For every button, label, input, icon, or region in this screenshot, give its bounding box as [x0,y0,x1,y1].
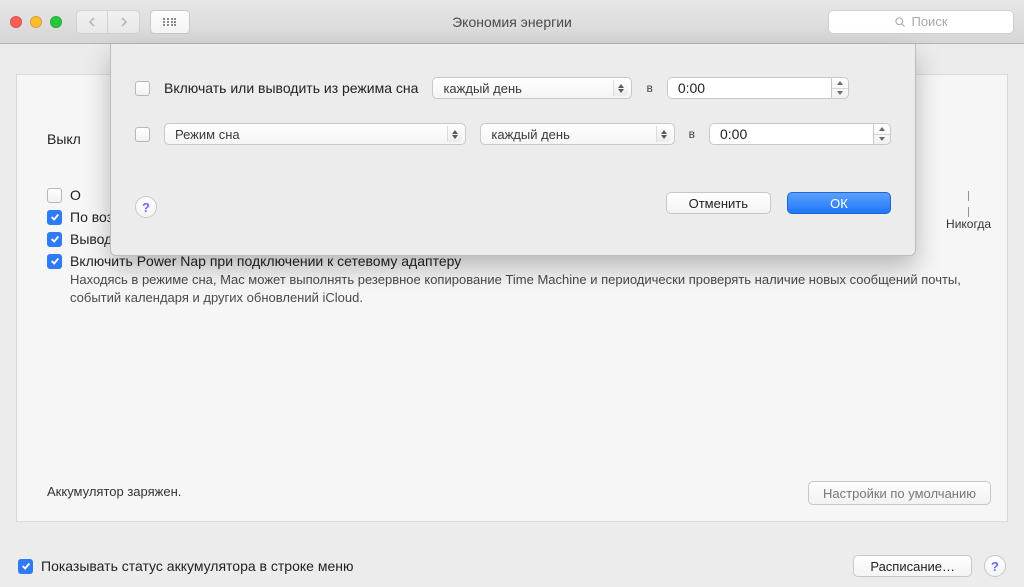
footer: Показывать статус аккумулятора в строке … [0,555,1024,577]
checkbox-opt2[interactable] [47,232,62,247]
chevron-right-icon [120,17,128,27]
chevron-left-icon [88,17,96,27]
schedule-sheet: Включать или выводить из режима сна кажд… [110,44,916,256]
close-window-icon[interactable] [10,16,22,28]
cancel-button[interactable]: Отменить [666,192,771,214]
back-button[interactable] [76,10,108,34]
grid-icon [163,18,177,26]
wake-freq-value: каждый день [443,81,521,96]
window-titlebar: Экономия энергии Поиск [0,0,1024,44]
step-down-icon[interactable] [874,135,890,145]
nav-back-forward [76,10,140,34]
sleep-freq-value: каждый день [491,127,569,142]
checkbox-wake[interactable] [135,81,150,96]
battery-status-text: Аккумулятор заряжен. [47,484,181,499]
search-input[interactable]: Поиск [828,10,1014,34]
search-icon [894,16,906,28]
sheet-help-button[interactable]: ? [135,196,157,218]
ok-label: ОК [830,196,848,211]
schedule-button[interactable]: Расписание… [853,555,972,577]
checkbox-show-status[interactable] [18,559,33,574]
checkbox-opt0[interactable] [47,188,62,203]
at-label-1: в [646,81,652,95]
wake-time-value: 0:00 [678,80,705,96]
wake-time-stepper[interactable] [832,77,849,99]
schedule-row-sleep: Режим сна каждый день в 0:00 [135,118,891,150]
sheet-actions: Отменить ОК [666,192,891,214]
wake-time-field[interactable]: 0:00 [667,77,832,99]
sleep-action-select[interactable]: Режим сна [164,123,466,145]
sleep-action-value: Режим сна [175,127,240,142]
show-status-label: Показывать статус аккумулятора в строке … [41,558,353,574]
wake-label: Включать или выводить из режима сна [164,80,418,96]
opt0-label: О [70,187,81,203]
sleep-time-value: 0:00 [720,126,747,142]
cancel-label: Отменить [689,196,748,211]
slider-never-tick: Никогда [946,191,991,231]
step-up-icon[interactable] [832,78,848,89]
forward-button[interactable] [108,10,140,34]
search-placeholder: Поиск [911,14,947,29]
at-label-2: в [689,127,695,141]
show-all-button[interactable] [150,10,190,34]
window-controls [10,16,62,28]
opt3-description: Находясь в режиме сна, Mac может выполня… [70,271,970,306]
step-up-icon[interactable] [874,124,890,135]
stepper-arrows-icon [447,126,462,142]
wake-frequency-select[interactable]: каждый день [432,77,632,99]
minimize-window-icon[interactable] [30,16,42,28]
step-down-icon[interactable] [832,89,848,99]
sleep-time-group: 0:00 [709,123,891,145]
stepper-arrows-icon [656,126,671,142]
ok-button[interactable]: ОК [787,192,891,214]
checkbox-opt3[interactable] [47,254,62,269]
defaults-label: Настройки по умолчанию [823,486,976,501]
question-icon: ? [142,200,150,215]
schedule-row-wake: Включать или выводить из режима сна кажд… [135,72,891,104]
checkbox-opt1[interactable] [47,210,62,225]
sleep-time-field[interactable]: 0:00 [709,123,874,145]
zoom-window-icon[interactable] [50,16,62,28]
question-icon: ? [991,559,999,574]
sleep-frequency-select[interactable]: каждый день [480,123,674,145]
schedule-label: Расписание… [870,559,955,574]
help-button[interactable]: ? [984,555,1006,577]
sleep-time-stepper[interactable] [874,123,891,145]
stepper-arrows-icon [613,80,628,96]
checkbox-sleep[interactable] [135,127,150,142]
restore-defaults-button[interactable]: Настройки по умолчанию [808,481,991,505]
never-label: Никогда [946,217,991,231]
wake-time-group: 0:00 [667,77,849,99]
